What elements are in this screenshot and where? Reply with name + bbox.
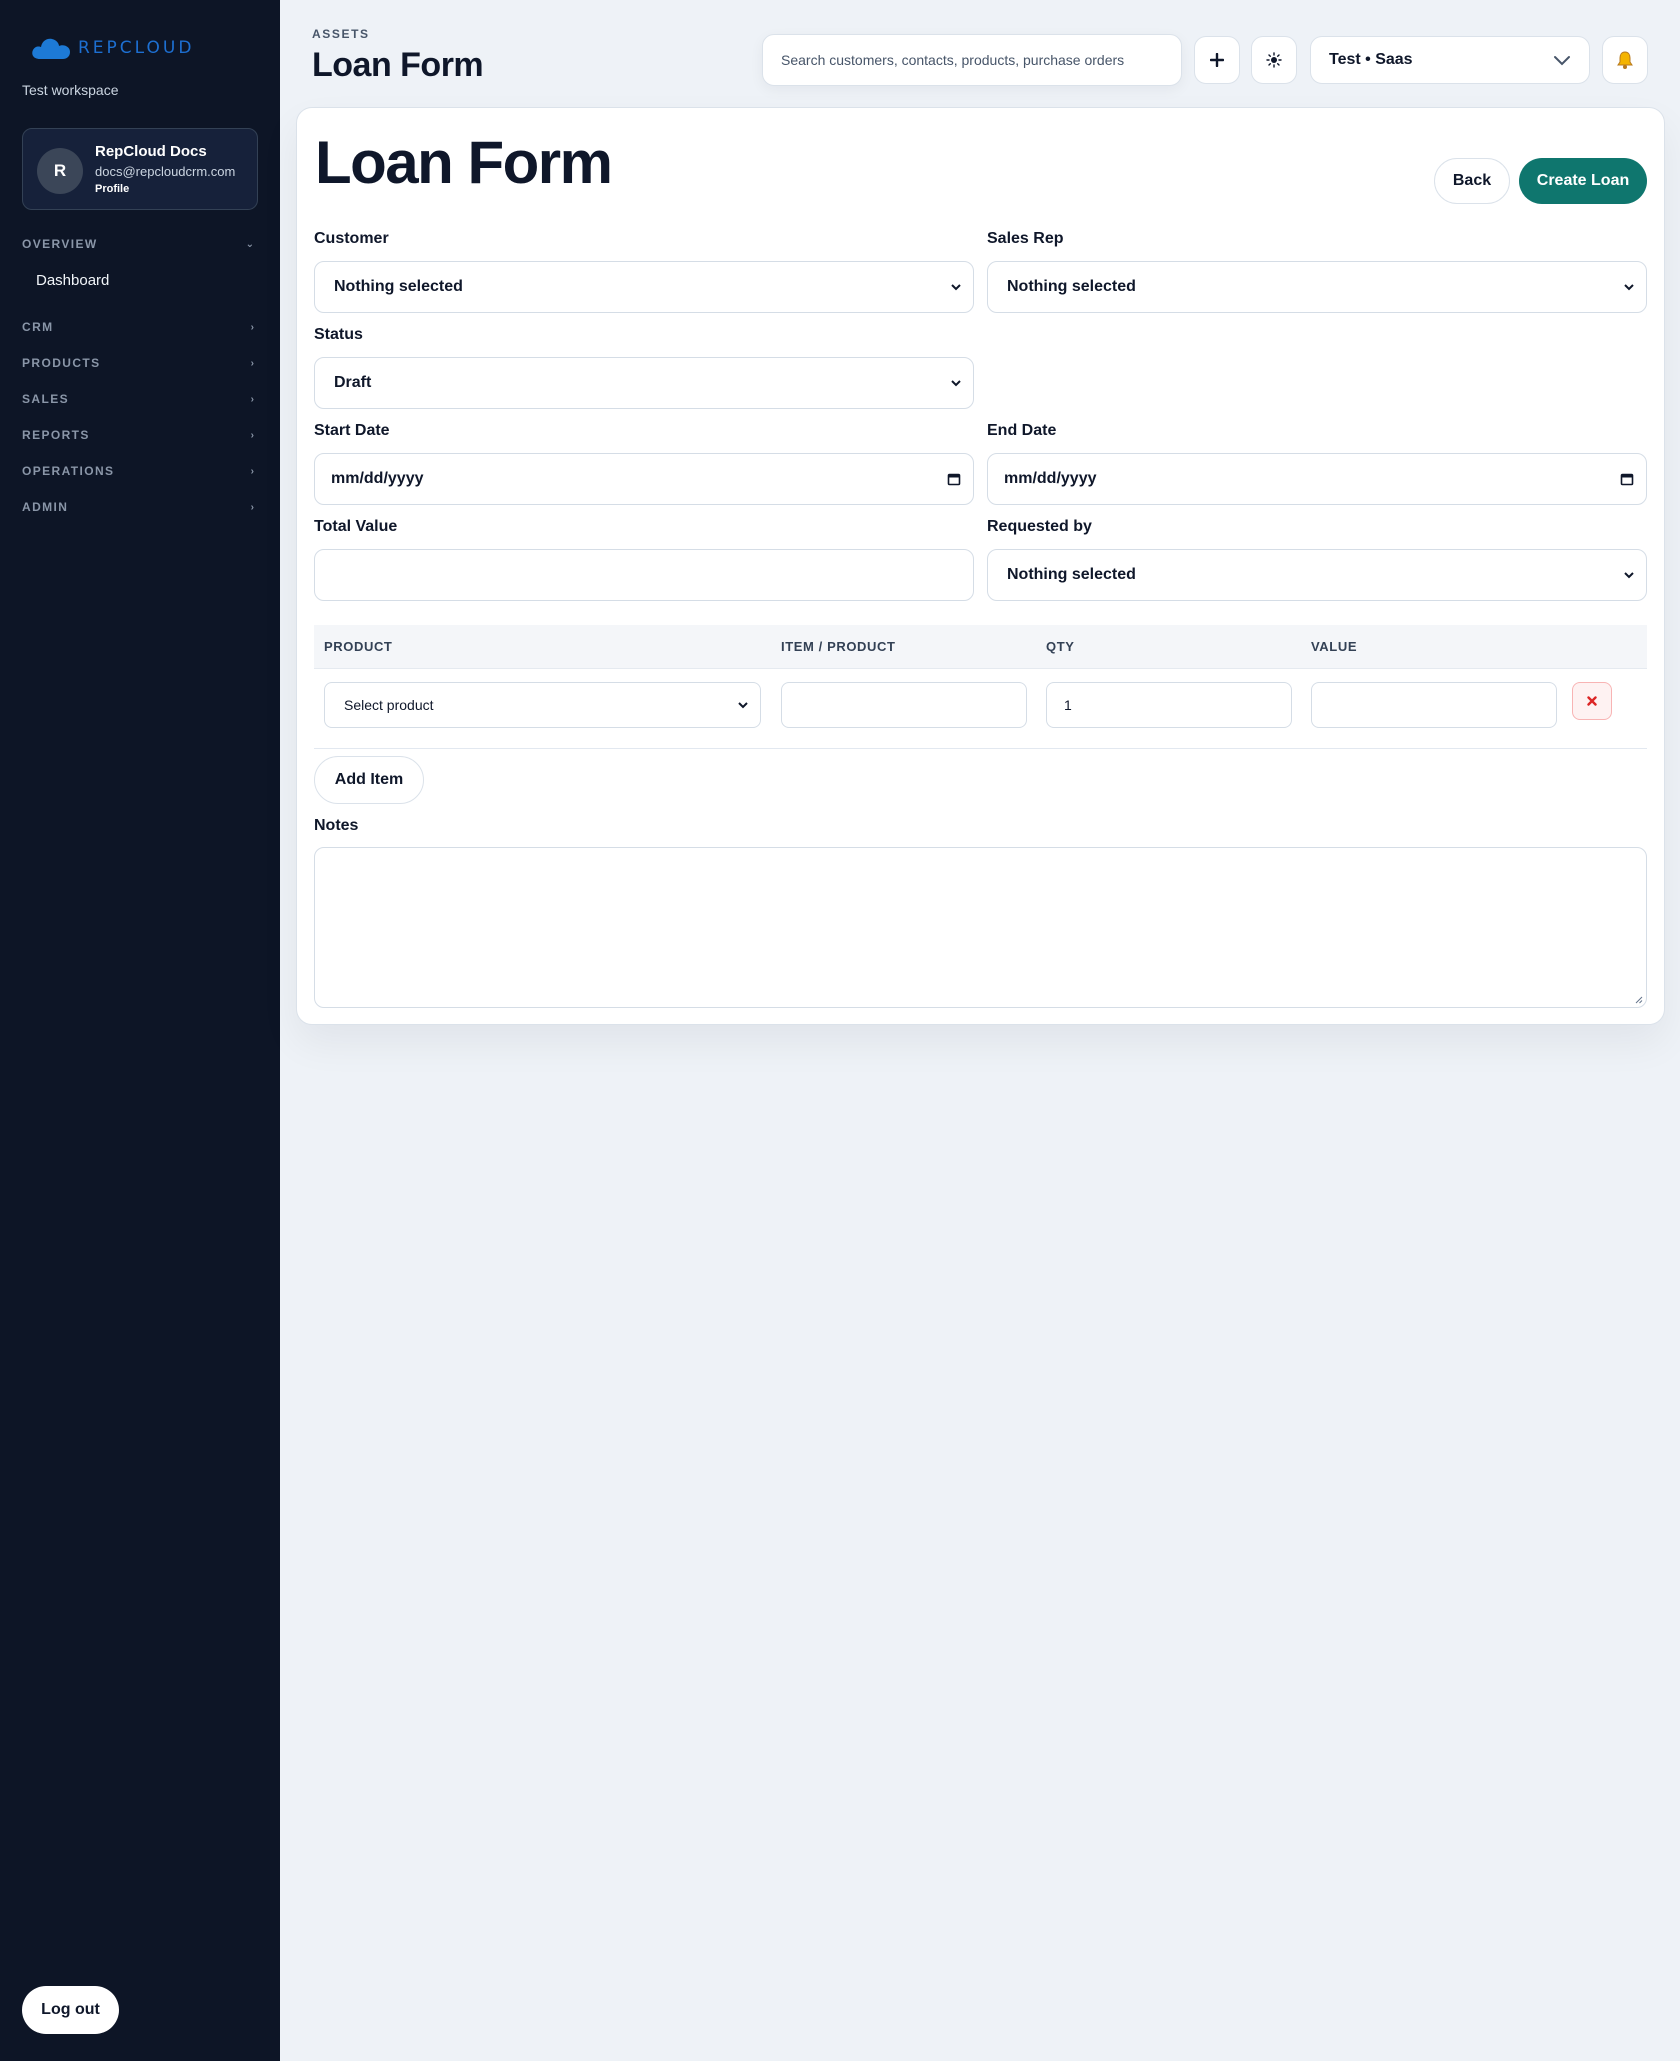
status-select-value: Draft bbox=[334, 374, 372, 391]
nav-section-label: CRM bbox=[22, 320, 54, 334]
breadcrumb: ASSETS bbox=[312, 27, 370, 41]
status-select[interactable]: Draft bbox=[314, 357, 974, 409]
start-date-value: mm/dd/yyyy bbox=[331, 470, 424, 487]
nav-section-label: REPORTS bbox=[22, 428, 90, 442]
requested-by-label: Requested by bbox=[987, 518, 1092, 535]
chevron-right-icon: › bbox=[250, 393, 254, 405]
profile-name: RepCloud Docs bbox=[95, 143, 207, 160]
bell-icon bbox=[1617, 51, 1633, 69]
logout-button[interactable]: Log out bbox=[22, 1986, 119, 2034]
sun-icon bbox=[1266, 52, 1282, 68]
nav-section-sales[interactable]: SALES › bbox=[22, 389, 254, 409]
start-date-label: Start Date bbox=[314, 422, 390, 439]
status-label: Status bbox=[314, 326, 363, 343]
qty-value: 1 bbox=[1064, 697, 1072, 713]
customer-select[interactable]: Nothing selected bbox=[314, 261, 974, 313]
chevron-down-icon: ⌄ bbox=[245, 238, 254, 250]
sales-rep-select-value: Nothing selected bbox=[1007, 278, 1136, 295]
calendar-icon[interactable] bbox=[1620, 472, 1634, 486]
chevron-down-icon bbox=[1554, 56, 1570, 66]
nav-section-operations[interactable]: OPERATIONS › bbox=[22, 461, 254, 481]
nav-section-label: OVERVIEW bbox=[22, 237, 98, 251]
table-row: Select product 1 bbox=[314, 669, 1647, 749]
form-title: Loan Form bbox=[315, 129, 613, 196]
column-header-qty: QTY bbox=[1046, 639, 1075, 654]
end-date-label: End Date bbox=[987, 422, 1057, 439]
column-header-product: PRODUCT bbox=[324, 639, 393, 654]
nav-section-overview[interactable]: OVERVIEW ⌄ bbox=[22, 234, 254, 254]
requested-by-select-value: Nothing selected bbox=[1007, 566, 1136, 583]
sales-rep-label: Sales Rep bbox=[987, 230, 1064, 247]
end-date-input[interactable]: mm/dd/yyyy bbox=[987, 453, 1647, 505]
customer-label: Customer bbox=[314, 230, 389, 247]
chevron-down-icon bbox=[951, 379, 961, 386]
sidebar: REPCLOUD Test workspace R RepCloud Docs … bbox=[0, 0, 280, 2061]
plus-icon bbox=[1210, 53, 1224, 67]
profile-card[interactable]: R RepCloud Docs docs@repcloudcrm.com Pro… bbox=[22, 128, 258, 210]
remove-item-button[interactable] bbox=[1572, 682, 1612, 720]
product-select[interactable]: Select product bbox=[324, 682, 761, 728]
chevron-right-icon: › bbox=[250, 321, 254, 333]
profile-email: docs@repcloudcrm.com bbox=[95, 164, 236, 179]
column-header-value: VALUE bbox=[1311, 639, 1358, 654]
value-input[interactable] bbox=[1311, 682, 1557, 728]
chevron-down-icon bbox=[738, 701, 748, 708]
nav-section-label: OPERATIONS bbox=[22, 464, 115, 478]
qty-input[interactable]: 1 bbox=[1046, 682, 1292, 728]
notes-textarea[interactable] bbox=[314, 847, 1647, 1008]
product-select-value: Select product bbox=[344, 697, 434, 713]
nav-section-products[interactable]: PRODUCTS › bbox=[22, 353, 254, 373]
total-value-label: Total Value bbox=[314, 518, 398, 535]
repcloud-logo[interactable]: REPCLOUD bbox=[30, 36, 194, 60]
page-title: Loan Form bbox=[312, 46, 484, 84]
back-button[interactable]: Back bbox=[1434, 158, 1510, 204]
customer-select-value: Nothing selected bbox=[334, 278, 463, 295]
add-item-button[interactable]: Add Item bbox=[314, 756, 424, 804]
items-table-header: PRODUCT ITEM / PRODUCT QTY VALUE bbox=[314, 625, 1647, 669]
chevron-right-icon: › bbox=[250, 429, 254, 441]
close-icon bbox=[1587, 696, 1597, 706]
chevron-right-icon: › bbox=[250, 501, 254, 513]
notes-label: Notes bbox=[314, 817, 359, 834]
loan-form-card: Loan Form Back Create Loan Customer Noth… bbox=[296, 107, 1665, 1025]
add-button[interactable] bbox=[1194, 36, 1240, 84]
logo-text: REPCLOUD bbox=[78, 38, 195, 58]
sales-rep-select[interactable]: Nothing selected bbox=[987, 261, 1647, 313]
nav-section-crm[interactable]: CRM › bbox=[22, 317, 254, 337]
sidebar-item-dashboard[interactable]: Dashboard bbox=[36, 272, 109, 289]
start-date-input[interactable]: mm/dd/yyyy bbox=[314, 453, 974, 505]
end-date-value: mm/dd/yyyy bbox=[1004, 470, 1097, 487]
create-loan-button[interactable]: Create Loan bbox=[1519, 158, 1647, 204]
notifications-button[interactable] bbox=[1602, 36, 1648, 84]
workspace-select-value: Test • Saas bbox=[1329, 51, 1413, 68]
chevron-down-icon bbox=[951, 283, 961, 290]
workspace-select[interactable]: Test • Saas bbox=[1310, 36, 1590, 84]
workspace-name: Test workspace bbox=[22, 82, 119, 98]
calendar-icon[interactable] bbox=[947, 472, 961, 486]
profile-link[interactable]: Profile bbox=[95, 183, 129, 195]
nav-section-label: SALES bbox=[22, 392, 70, 406]
cloud-icon bbox=[32, 38, 70, 59]
search-input[interactable] bbox=[762, 34, 1182, 86]
nav-section-reports[interactable]: REPORTS › bbox=[22, 425, 254, 445]
item-input[interactable] bbox=[781, 682, 1027, 728]
theme-toggle-button[interactable] bbox=[1251, 36, 1297, 84]
chevron-down-icon bbox=[1624, 571, 1634, 578]
requested-by-select[interactable]: Nothing selected bbox=[987, 549, 1647, 601]
nav-section-admin[interactable]: ADMIN › bbox=[22, 497, 254, 517]
avatar: R bbox=[37, 148, 83, 194]
nav-section-label: PRODUCTS bbox=[22, 356, 101, 370]
nav-section-label: ADMIN bbox=[22, 500, 69, 514]
total-value-input[interactable] bbox=[314, 549, 974, 601]
chevron-down-icon bbox=[1624, 283, 1634, 290]
resize-handle-icon[interactable] bbox=[1635, 996, 1643, 1004]
chevron-right-icon: › bbox=[250, 357, 254, 369]
chevron-right-icon: › bbox=[250, 465, 254, 477]
column-header-item: ITEM / PRODUCT bbox=[781, 639, 896, 654]
